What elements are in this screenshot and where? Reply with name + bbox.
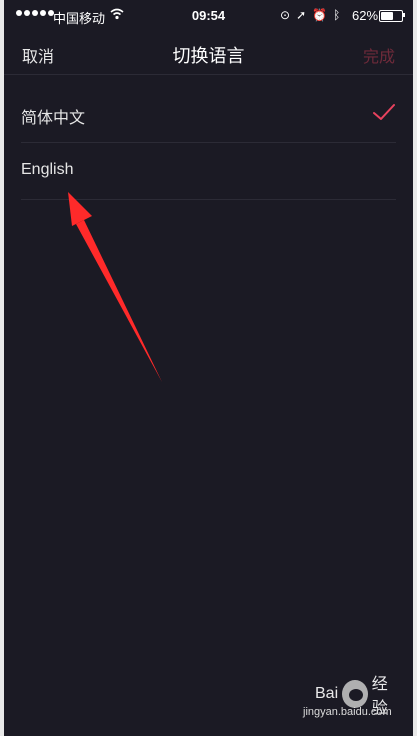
- battery-fill: [381, 12, 394, 20]
- phone-screen: 中国移动 09:54 ⊙ ➚ ⏰ ᛒ 62% 取消 切换语言 完成 简体中文 E…: [4, 0, 413, 736]
- status-bar: 中国移动 09:54 ⊙ ➚ ⏰ ᛒ 62%: [4, 0, 413, 34]
- location-arrow-icon: ➚: [296, 8, 307, 22]
- alarm-icon: ⏰: [312, 8, 328, 22]
- language-option-english[interactable]: English: [21, 143, 396, 200]
- page-title: 切换语言: [172, 46, 245, 66]
- language-label: 简体中文: [21, 110, 86, 127]
- language-option-simplified-chinese[interactable]: 简体中文: [21, 86, 396, 143]
- watermark-url: jingyan.baidu.com: [303, 706, 392, 718]
- language-list: 简体中文 English: [4, 86, 413, 200]
- language-label: English: [21, 161, 74, 178]
- orientation-lock-icon: ⊙: [280, 8, 291, 22]
- done-button[interactable]: 完成: [363, 43, 395, 67]
- battery-icon: [379, 10, 403, 22]
- navigation-bar: 取消 切换语言 完成: [4, 34, 413, 75]
- battery-percent: 62%: [352, 8, 379, 23]
- battery-tip: [403, 13, 405, 17]
- baidu-jingyan-watermark: Bai 经验 jingyan.baidu.com: [291, 666, 401, 726]
- bluetooth-icon: ᛒ: [333, 8, 341, 22]
- paw-icon: [342, 680, 368, 708]
- background-strip-right: [413, 0, 417, 736]
- checkmark-icon: [373, 104, 395, 120]
